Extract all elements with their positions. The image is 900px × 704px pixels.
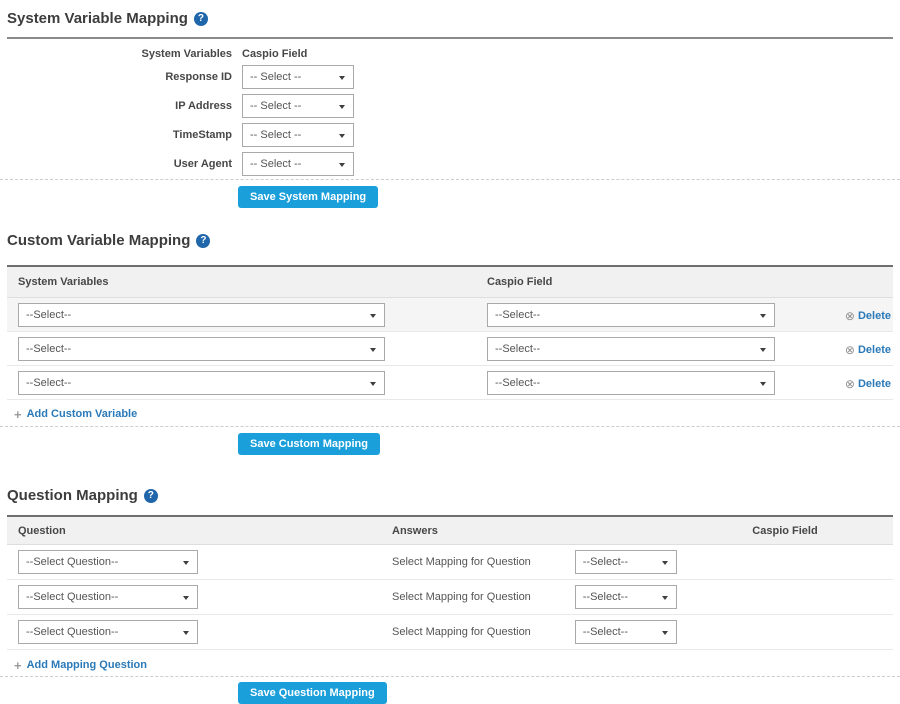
user-agent-select[interactable]: -- Select -- <box>243 153 353 175</box>
section-title-system-variable-mapping: System Variable Mapping ? <box>7 0 900 28</box>
help-icon[interactable]: ? <box>194 12 208 26</box>
delete-link[interactable]: Delete <box>858 310 891 322</box>
custom-variable-mapping-section: Custom Variable Mapping ? System Variabl… <box>0 232 900 455</box>
question-select-2[interactable]: --Select Question-- <box>19 586 197 608</box>
question-mapping-table: Question Answers Caspio Field --Select Q… <box>7 515 893 650</box>
question-select-3[interactable]: --Select Question-- <box>19 621 197 643</box>
custom-mapping-row: --Select-- --Select-- ⊗Delete <box>7 332 893 366</box>
column-header-question: Question <box>7 525 382 537</box>
section-title-text: Custom Variable Mapping <box>7 232 190 250</box>
question-mapping-row: --Select Question-- Select Mapping for Q… <box>7 615 893 650</box>
delete-link[interactable]: Delete <box>858 378 891 390</box>
column-header-caspio-field: Caspio Field <box>677 525 893 537</box>
column-header-system-variables: System Variables <box>7 276 477 288</box>
row-label-timestamp: TimeStamp <box>7 129 232 141</box>
system-row-ip-address: IP Address -- Select -- <box>7 94 900 118</box>
answers-caspio-select-3[interactable]: --Select-- <box>576 621 676 643</box>
system-row-user-agent: User Agent -- Select -- <box>7 152 900 176</box>
custom-variable-select-2[interactable]: --Select-- <box>19 338 384 360</box>
answers-caspio-select-1[interactable]: --Select-- <box>576 551 676 573</box>
row-label-user-agent: User Agent <box>7 158 232 170</box>
save-custom-mapping-button[interactable]: Save Custom Mapping <box>238 433 380 455</box>
custom-caspio-select-3[interactable]: --Select-- <box>488 372 774 394</box>
question-select-1[interactable]: --Select Question-- <box>19 551 197 573</box>
response-id-select[interactable]: -- Select -- <box>243 66 353 88</box>
question-mapping-section: Question Mapping ? Question Answers Casp… <box>0 487 900 704</box>
delete-circle-icon: ⊗ <box>845 377 855 391</box>
question-mapping-row: --Select Question-- Select Mapping for Q… <box>7 580 893 615</box>
section-title-text: System Variable Mapping <box>7 10 188 28</box>
plus-icon: + <box>14 407 22 422</box>
custom-caspio-select-1[interactable]: --Select-- <box>488 304 774 326</box>
custom-mapping-row: --Select-- --Select-- ⊗Delete <box>7 366 893 400</box>
system-variable-mapping-section: System Variable Mapping ? System Variabl… <box>0 0 900 208</box>
add-custom-variable[interactable]: + Add Custom Variable <box>14 407 900 421</box>
custom-mapping-table: System Variables Caspio Field --Select--… <box>7 265 893 400</box>
dashed-divider <box>0 179 900 180</box>
system-row-response-id: Response ID -- Select -- <box>7 65 900 89</box>
system-row-timestamp: TimeStamp -- Select -- <box>7 123 900 147</box>
help-icon[interactable]: ? <box>196 234 210 248</box>
row-label-response-id: Response ID <box>7 71 232 83</box>
answers-caspio-select-2[interactable]: --Select-- <box>576 586 676 608</box>
answers-mapping-label: Select Mapping for Question <box>392 556 575 568</box>
custom-table-header: System Variables Caspio Field <box>7 267 893 298</box>
save-system-mapping-button[interactable]: Save System Mapping <box>238 186 378 208</box>
timestamp-select[interactable]: -- Select -- <box>243 124 353 146</box>
column-header-answers: Answers <box>382 525 677 537</box>
question-mapping-row: --Select Question-- Select Mapping for Q… <box>7 545 893 580</box>
row-label-ip-address: IP Address <box>7 100 232 112</box>
delete-link[interactable]: Delete <box>858 344 891 356</box>
help-icon[interactable]: ? <box>144 489 158 503</box>
custom-variable-select-3[interactable]: --Select-- <box>19 372 384 394</box>
system-mapping-form: System Variables Caspio Field Response I… <box>7 48 900 176</box>
add-custom-variable-link[interactable]: Add Custom Variable <box>27 408 138 420</box>
delete-circle-icon: ⊗ <box>845 309 855 323</box>
column-header-system-variables: System Variables <box>7 48 232 60</box>
custom-caspio-select-2[interactable]: --Select-- <box>488 338 774 360</box>
add-mapping-question-link[interactable]: Add Mapping Question <box>27 659 147 671</box>
section-title-text: Question Mapping <box>7 487 138 505</box>
column-header-caspio-field: Caspio Field <box>242 48 307 60</box>
add-mapping-question[interactable]: + Add Mapping Question <box>14 658 900 672</box>
section-divider <box>7 37 893 39</box>
answers-mapping-label: Select Mapping for Question <box>392 626 575 638</box>
ip-address-select[interactable]: -- Select -- <box>243 95 353 117</box>
section-title-custom-variable-mapping: Custom Variable Mapping ? <box>7 232 900 250</box>
answers-mapping-label: Select Mapping for Question <box>392 591 575 603</box>
column-header-caspio-field: Caspio Field <box>477 276 830 288</box>
delete-circle-icon: ⊗ <box>845 343 855 357</box>
dashed-divider <box>0 426 900 427</box>
section-title-question-mapping: Question Mapping ? <box>7 487 900 505</box>
question-table-header: Question Answers Caspio Field <box>7 517 893 545</box>
custom-mapping-row: --Select-- --Select-- ⊗Delete <box>7 298 893 332</box>
plus-icon: + <box>14 658 22 673</box>
custom-variable-select-1[interactable]: --Select-- <box>19 304 384 326</box>
dashed-divider <box>0 676 900 677</box>
